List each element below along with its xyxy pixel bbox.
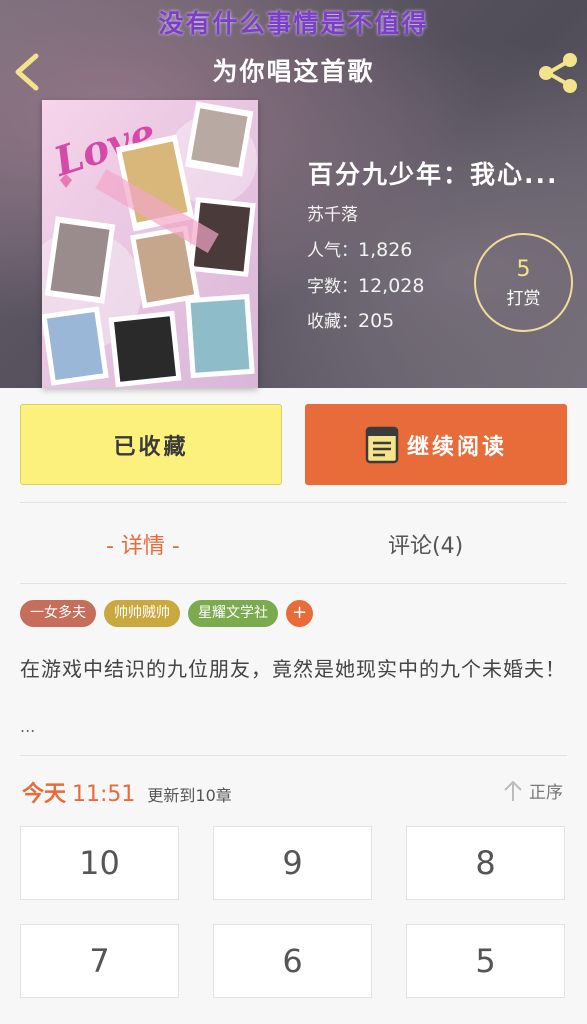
tag-item[interactable]: 一女多夫 xyxy=(20,600,96,627)
chapter-button[interactable]: 10 xyxy=(20,826,179,900)
page-title: 为你唱这首歌 xyxy=(212,57,375,86)
words-label: 字数： xyxy=(307,277,358,297)
divider xyxy=(20,583,567,584)
synopsis-text: 在游戏中结识的九位朋友，竟然是她现实中的九个未婚夫！ xyxy=(20,657,566,681)
chevron-left-icon xyxy=(15,53,39,91)
tab-detail[interactable]: - 详情 - xyxy=(106,528,180,560)
reward-count: 5 xyxy=(516,257,531,282)
tag-item[interactable]: 帅帅贼帅 xyxy=(104,600,180,627)
divider xyxy=(20,502,567,503)
continue-reading-label: 继续阅读 xyxy=(406,434,507,460)
book-popularity: 人气：1,826 xyxy=(307,236,412,261)
update-day: 今天 xyxy=(22,782,67,807)
chapter-button[interactable]: 5 xyxy=(406,924,565,998)
popularity-label: 人气： xyxy=(307,241,358,261)
banner-text: 没有什么事情是不值得 xyxy=(158,9,429,38)
book-word-count: 字数：12,028 xyxy=(307,272,424,297)
book-favorites: 收藏：205 xyxy=(307,307,394,332)
update-info: 今天 11:51 更新到10章 xyxy=(22,776,232,808)
chapter-button[interactable]: 8 xyxy=(406,826,565,900)
chapter-button[interactable]: 7 xyxy=(20,924,179,998)
chapter-button[interactable]: 9 xyxy=(213,826,372,900)
share-button[interactable] xyxy=(535,50,581,96)
collected-label: 已收藏 xyxy=(113,434,189,460)
favorites-label: 收藏： xyxy=(307,312,358,332)
collected-button[interactable]: 已收藏 xyxy=(20,404,282,485)
popularity-value: 1,826 xyxy=(358,239,413,261)
book-title: 百分九少年：我心... xyxy=(308,160,559,189)
sort-order-button[interactable]: 正序 xyxy=(503,778,563,803)
tag-list: 一女多夫 帅帅贼帅 星耀文学社 + xyxy=(20,600,313,627)
cover-collage: Love xyxy=(42,100,258,388)
tab-comments[interactable]: 评论(4) xyxy=(388,528,463,560)
continue-reading-button[interactable]: 继续阅读 xyxy=(305,404,567,485)
update-time: 11:51 xyxy=(72,782,136,807)
chapter-button[interactable]: 6 xyxy=(213,924,372,998)
book-cover[interactable]: Love xyxy=(42,100,258,388)
divider xyxy=(20,755,567,756)
add-tag-button[interactable]: + xyxy=(286,600,313,627)
share-icon xyxy=(539,53,577,93)
favorites-value: 205 xyxy=(358,310,395,332)
back-button[interactable] xyxy=(10,52,46,92)
words-value: 12,028 xyxy=(358,275,425,297)
reward-label: 打赏 xyxy=(506,289,541,309)
reward-button[interactable]: 5 打赏 xyxy=(474,233,573,332)
book-icon xyxy=(365,426,399,463)
sort-label: 正序 xyxy=(529,783,563,803)
arrow-up-icon xyxy=(504,780,522,801)
update-chapter-text: 更新到10章 xyxy=(147,786,232,805)
synopsis-expand[interactable]: ... xyxy=(20,717,35,736)
book-author[interactable]: 苏千落 xyxy=(307,200,358,225)
tag-item[interactable]: 星耀文学社 xyxy=(188,600,278,627)
